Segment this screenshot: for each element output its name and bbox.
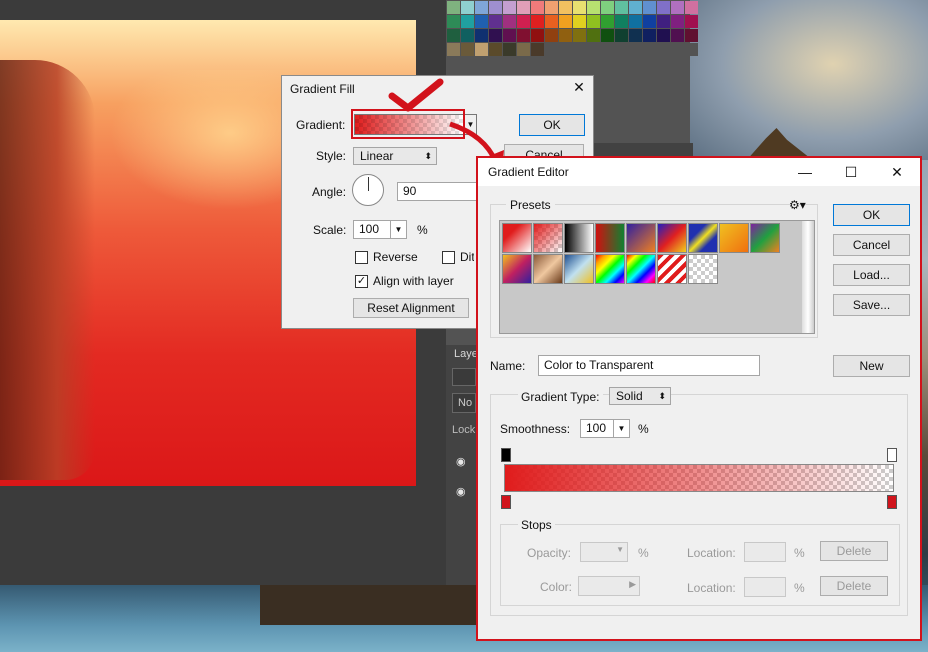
ok-button[interactable]: OK xyxy=(833,204,910,226)
canvas-hair xyxy=(0,60,95,480)
layer-search-field[interactable] xyxy=(452,368,476,386)
eye-icon[interactable]: ◉ xyxy=(456,455,466,468)
preset-swatch[interactable] xyxy=(533,254,563,284)
color-location-input[interactable] xyxy=(744,577,786,597)
style-label: Style: xyxy=(316,149,347,163)
opacity-unit: % xyxy=(638,546,649,560)
name-label: Name: xyxy=(490,359,526,373)
align-label: Align with layer xyxy=(373,274,454,288)
name-input[interactable]: Color to Transparent xyxy=(538,355,760,376)
opacity-input[interactable]: ▼ xyxy=(580,542,628,562)
ok-button[interactable]: OK xyxy=(519,114,585,136)
preset-swatch[interactable] xyxy=(657,223,687,253)
color-label: Color: xyxy=(540,580,573,594)
preset-swatch[interactable] xyxy=(626,254,656,284)
color-location-label: Location: xyxy=(687,581,736,595)
save-button[interactable]: Save... xyxy=(833,294,910,316)
opacity-stop-right[interactable] xyxy=(887,448,897,462)
gradient-type-label: Gradient Type: xyxy=(518,390,603,404)
gradient-label: Gradient: xyxy=(296,118,346,132)
cancel-button[interactable]: Cancel xyxy=(833,234,910,256)
gradient-type-select[interactable]: Solid ⬍ xyxy=(609,387,671,405)
color-location-unit: % xyxy=(794,581,805,595)
background-sky xyxy=(690,0,928,160)
reverse-label: Reverse xyxy=(373,250,418,264)
opacity-location-input[interactable] xyxy=(744,542,786,562)
opacity-label: Opacity: xyxy=(527,546,572,560)
layers-panel-label: Laye xyxy=(454,348,478,360)
opacity-stop-left[interactable] xyxy=(501,448,511,462)
preset-swatch[interactable] xyxy=(564,223,594,253)
swatches-panel[interactable] xyxy=(446,0,698,58)
eye-icon[interactable]: ◉ xyxy=(456,485,466,498)
angle-label: Angle: xyxy=(312,185,347,199)
dialog-title: Gradient Fill xyxy=(290,82,355,96)
presets-scrollbar[interactable] xyxy=(802,221,814,333)
maximize-icon[interactable]: ☐ xyxy=(836,160,866,184)
gradient-editor-dialog: Gradient Editor — ☐ ✕ Presets ⚙▾ OK Canc… xyxy=(476,156,922,641)
load-button[interactable]: Load... xyxy=(833,264,910,286)
preset-swatch[interactable] xyxy=(533,223,563,253)
preset-swatch[interactable] xyxy=(657,254,687,284)
dither-label: Dit xyxy=(460,250,474,264)
background-shore xyxy=(260,585,480,625)
new-button[interactable]: New xyxy=(833,355,910,377)
preset-swatch[interactable] xyxy=(688,223,718,253)
preset-swatch[interactable] xyxy=(688,254,718,284)
blend-mode-select[interactable]: No xyxy=(452,393,476,413)
preset-swatch[interactable] xyxy=(502,254,532,284)
scale-input[interactable]: 100 ▼ xyxy=(353,220,407,239)
close-icon[interactable]: ✕ xyxy=(569,79,589,97)
dither-checkbox[interactable] xyxy=(442,251,455,264)
color-swatch[interactable]: ▶ xyxy=(578,576,640,596)
preset-swatch[interactable] xyxy=(595,254,625,284)
smoothness-label: Smoothness: xyxy=(500,422,571,436)
preset-swatch[interactable] xyxy=(750,223,780,253)
presets-label: Presets xyxy=(506,198,555,212)
style-select[interactable]: Linear ⬍ xyxy=(353,147,437,165)
align-checkbox[interactable]: ✓ xyxy=(355,275,368,288)
opacity-location-unit: % xyxy=(794,546,805,560)
delete-opacity-stop-button[interactable]: Delete xyxy=(820,541,888,561)
minimize-icon[interactable]: — xyxy=(790,160,820,184)
stops-label: Stops xyxy=(518,518,555,532)
preset-swatch[interactable] xyxy=(626,223,656,253)
color-stop-right[interactable] xyxy=(887,495,897,509)
gradient-bar[interactable] xyxy=(504,464,894,492)
angle-dial[interactable] xyxy=(352,174,384,206)
reverse-checkbox[interactable] xyxy=(355,251,368,264)
angle-input[interactable]: 90 xyxy=(397,182,477,201)
preset-swatch[interactable] xyxy=(719,223,749,253)
close-icon[interactable]: ✕ xyxy=(882,160,912,184)
checkmark-icon xyxy=(388,78,444,112)
reset-alignment-button[interactable]: Reset Alignment xyxy=(353,298,469,318)
preset-swatch[interactable] xyxy=(595,223,625,253)
color-stop-left[interactable] xyxy=(501,495,511,509)
delete-color-stop-button[interactable]: Delete xyxy=(820,576,888,596)
smoothness-unit: % xyxy=(638,422,649,436)
dialog-title: Gradient Editor xyxy=(488,165,569,179)
opacity-location-label: Location: xyxy=(687,546,736,560)
lock-label: Lock xyxy=(452,424,476,436)
scale-label: Scale: xyxy=(313,223,347,237)
presets-grid xyxy=(499,220,815,334)
smoothness-input[interactable]: 100 ▼ xyxy=(580,419,630,438)
preset-swatch[interactable] xyxy=(502,223,532,253)
gear-icon[interactable]: ⚙▾ xyxy=(789,198,806,212)
scale-unit: % xyxy=(417,223,428,237)
preset-swatch[interactable] xyxy=(564,254,594,284)
